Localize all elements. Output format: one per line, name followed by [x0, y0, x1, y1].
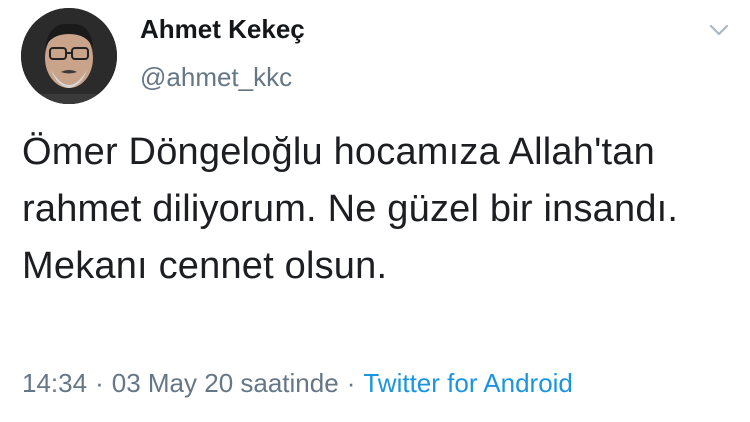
tweet-meta: 14:34 · 03 May 20 saatinde · Twitter for And… [22, 368, 573, 399]
avatar[interactable] [21, 8, 117, 104]
chevron-down-icon[interactable] [708, 22, 730, 38]
tweet-time[interactable]: 14:34 [22, 368, 87, 398]
tweet-card: Ahmet Kekeç @ahmet_kkc Ömer Döngeloğlu h… [0, 0, 750, 422]
separator: · [346, 368, 356, 398]
tweet-source-link[interactable]: Twitter for Android [363, 368, 573, 398]
tweet-date[interactable]: 03 May 20 saatinde [112, 368, 339, 398]
tweet-text: Ömer Döngeloğlu hocamıza Allah'tan rahme… [22, 131, 679, 287]
author-handle[interactable]: @ahmet_kkc [140, 62, 292, 93]
author-name[interactable]: Ahmet Kekeç [140, 14, 305, 45]
profile-photo-icon [21, 8, 117, 104]
separator: · [95, 368, 104, 398]
